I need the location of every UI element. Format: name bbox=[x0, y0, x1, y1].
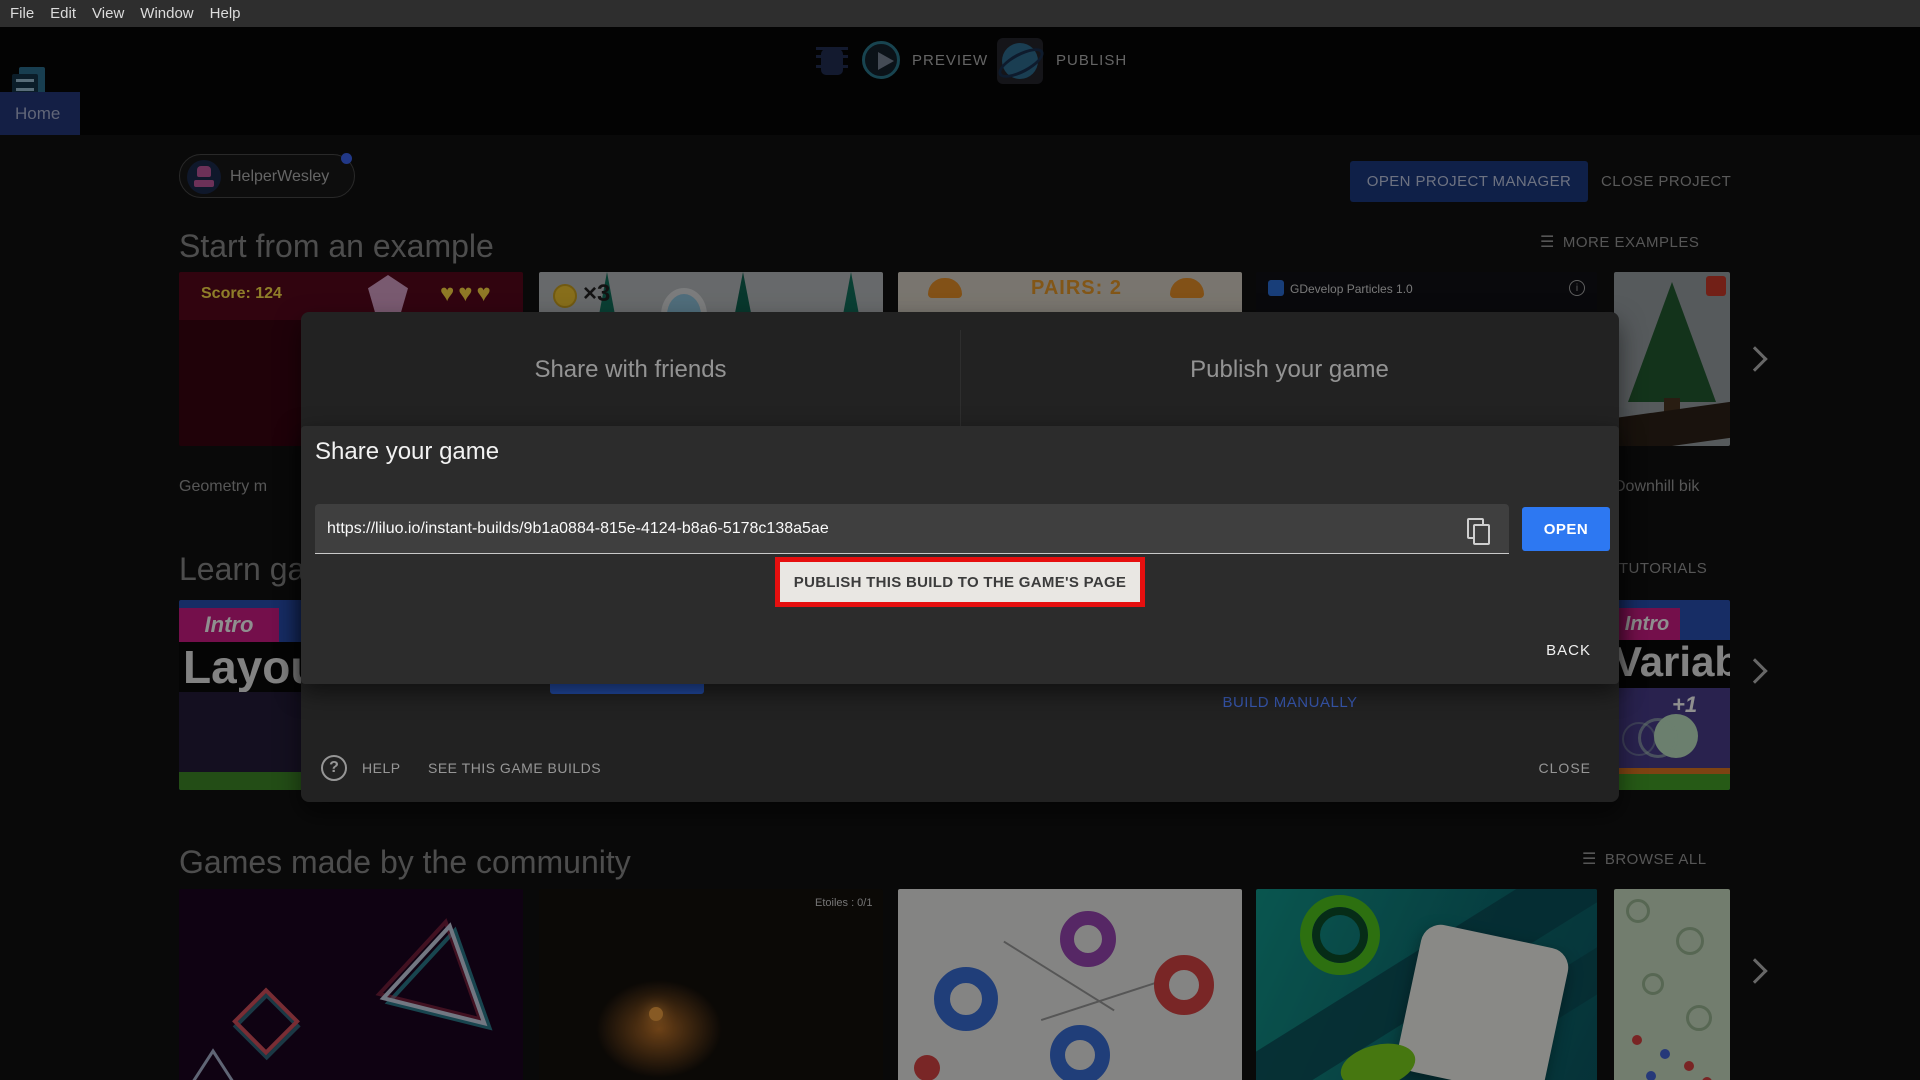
menu-help[interactable]: Help bbox=[210, 5, 241, 22]
menu-edit[interactable]: Edit bbox=[50, 5, 76, 22]
menu-file[interactable]: File bbox=[10, 5, 34, 22]
copy-icon bbox=[1467, 518, 1490, 545]
menu-window[interactable]: Window bbox=[140, 5, 193, 22]
copy-url-button[interactable] bbox=[1459, 512, 1495, 548]
build-url-input[interactable] bbox=[315, 504, 1509, 554]
back-button[interactable]: BACK bbox=[1546, 642, 1591, 659]
publish-this-build-label: PUBLISH THIS BUILD TO THE GAME'S PAGE bbox=[793, 573, 1127, 591]
open-url-label: OPEN bbox=[1543, 520, 1589, 538]
publish-this-build-button[interactable]: PUBLISH THIS BUILD TO THE GAME'S PAGE bbox=[780, 562, 1140, 602]
open-url-button[interactable]: OPEN bbox=[1522, 507, 1610, 551]
app-window: PREVIEW PUBLISH Home HelperWesley OPEN P… bbox=[0, 0, 1920, 1080]
share-your-game-dialog: Share your game OPEN PUBLISH THIS BUILD … bbox=[301, 426, 1619, 684]
annotation-highlight: PUBLISH THIS BUILD TO THE GAME'S PAGE bbox=[775, 557, 1145, 607]
menu-view[interactable]: View bbox=[92, 5, 124, 22]
menu-bar: File Edit View Window Help bbox=[0, 0, 1920, 27]
dialog-title: Share your game bbox=[315, 438, 500, 465]
